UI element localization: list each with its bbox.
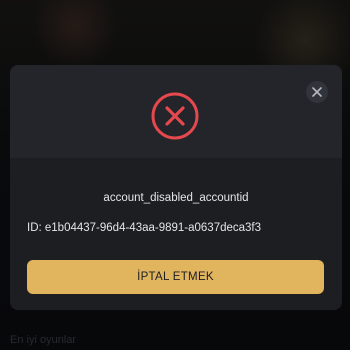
- error-dialog: account_disabled_accountid ID: e1b04437-…: [10, 65, 342, 310]
- error-x-circle-icon: [151, 92, 199, 140]
- error-message: account_disabled_accountid: [103, 192, 249, 204]
- close-button[interactable]: [306, 81, 328, 103]
- account-id-text: ID: e1b04437-96d4-43aa-9891-a0637deca3f3: [27, 222, 262, 234]
- close-icon: [312, 87, 322, 97]
- cancel-button[interactable]: İPTAL ETMEK: [27, 260, 324, 294]
